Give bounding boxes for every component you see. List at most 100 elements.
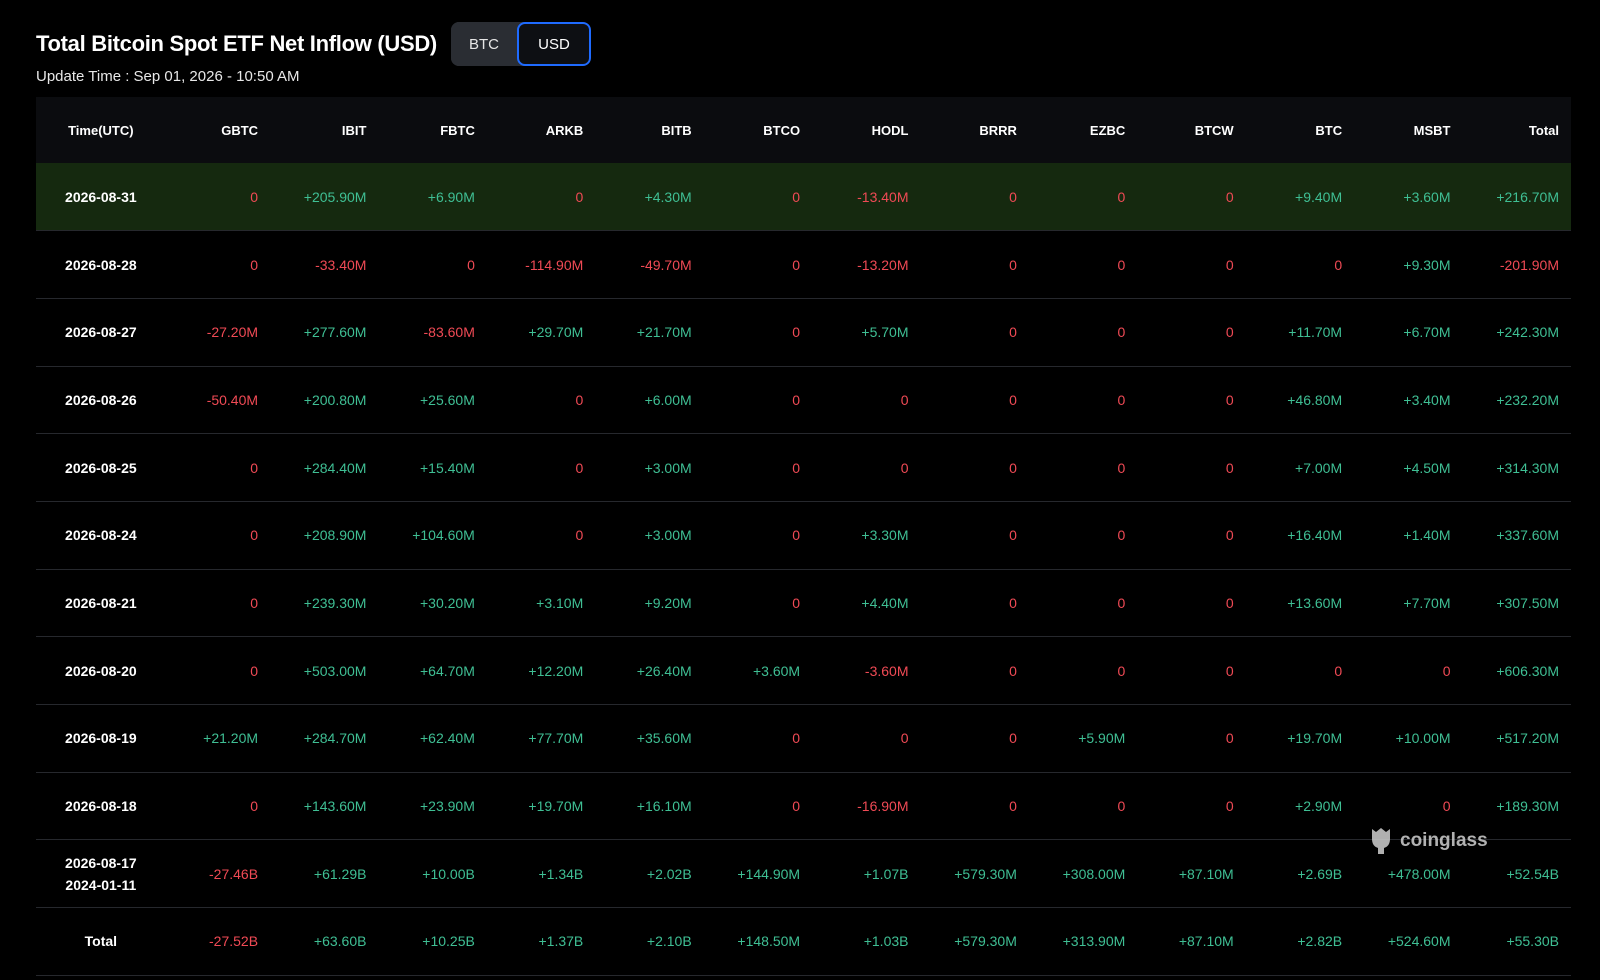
column-header-ezbc[interactable]: EZBC [1029,97,1137,163]
flow-cell: 0 [792,256,801,273]
flow-cell: +144.90M [737,865,801,882]
date-cell: 2026-08-31 [36,163,166,231]
flow-cell: +9.30M [1403,256,1451,273]
flow-cell: 0 [250,527,259,544]
flow-cell: 0 [1117,324,1126,341]
flow-cell: +2.90M [1295,798,1343,815]
flow-cell: +2.82B [1297,933,1343,950]
flow-cell: 0 [250,256,259,273]
table-row: 2026-08-18 0 +143.60M +23.90M +19.70M +16.10M… [36,772,1571,840]
date-text: 2026-08-20 [65,662,137,679]
flow-cell: +35.60M [636,730,692,747]
column-header-time-utc[interactable]: Time(UTC) [36,97,166,163]
date-cell: 2026-08-17 2024-01-11 [36,840,166,908]
flow-cell: +1.07B [863,865,909,882]
table-row: 2026-08-25 0 +284.40M +15.40M 0 +3.00M 0 0 0 0 0 +7… [36,434,1571,502]
column-header-btcw[interactable]: BTCW [1137,97,1245,163]
flow-cell: 0 [1117,391,1126,408]
flow-cell: +87.10M [1178,865,1234,882]
flow-cell: +16.10M [636,798,692,815]
etf-flow-table: Time(UTC) GBTC IBIT FBTC ARKB BITB BTCO HODL BRR… [36,97,1571,976]
flow-cell: +242.30M [1496,324,1559,341]
flow-cell: +1.03B [863,933,909,950]
column-header-gbtc[interactable]: GBTC [166,97,270,163]
flow-cell: +30.20M [419,594,475,611]
flow-cell: +2.10B [646,933,692,950]
column-header-ibit[interactable]: IBIT [270,97,378,163]
flow-cell: +21.20M [203,730,259,747]
table-row: 2026-08-26 -50.40M +200.80M +25.60M 0 +6.00M 0… [36,366,1571,434]
flow-cell: 0 [792,798,801,815]
flow-cell: +143.60M [303,798,367,815]
flow-cell: +23.90M [419,798,475,815]
column-header-arkb[interactable]: ARKB [487,97,595,163]
flow-cell: +4.50M [1403,459,1451,476]
column-header-btc[interactable]: BTC [1246,97,1354,163]
column-header-hodl[interactable]: HODL [812,97,920,163]
flow-cell: -49.70M [640,256,692,273]
header: Total Bitcoin Spot ETF Net Inflow (USD) … [36,22,591,66]
toggle-btc-button[interactable]: BTC [450,22,517,66]
flow-cell: 0 [1117,798,1126,815]
flow-cell: +6.90M [427,188,475,205]
flow-cell: 0 [1225,527,1234,544]
flow-cell: 0 [250,594,259,611]
flow-cell: +277.60M [303,324,367,341]
date-text: 2026-08-21 [65,594,137,611]
flow-cell: +5.90M [1078,730,1126,747]
flow-cell: 0 [1009,730,1017,747]
flow-cell: -3.60M [864,662,909,679]
flow-cell: +3.10M [536,594,584,611]
flow-cell: 0 [1334,256,1343,273]
flow-cell: +11.70M [1288,324,1343,341]
flow-cell: +16.40M [1287,527,1343,544]
flow-cell: +87.10M [1178,933,1234,950]
flow-cell: 0 [1117,594,1126,611]
flow-cell: 0 [1442,662,1451,679]
date-cell: 2026-08-28 [36,231,166,299]
column-header-brrr[interactable]: BRRR [920,97,1028,163]
column-header-fbtc[interactable]: FBTC [378,97,486,163]
flow-cell: +61.29B [313,865,367,882]
column-header-btco[interactable]: BTCO [704,97,812,163]
flow-cell: +10.00B [422,865,475,882]
date-text: 2026-08-25 [65,459,137,476]
flow-cell: -27.20M [206,324,259,341]
flow-cell: 0 [1117,527,1126,544]
flow-cell: 0 [1334,662,1343,679]
flow-cell: 0 [1225,391,1234,408]
flow-cell: 0 [1009,188,1017,205]
date-text: 2026-08-18 [65,798,137,815]
flow-cell: +517.20M [1496,730,1559,747]
flow-cell: +308.00M [1062,865,1126,882]
flow-cell: 0 [1225,798,1234,815]
date-text: 2026-08-17 [65,854,137,871]
flow-cell: -13.40M [857,188,909,205]
table-row: 2026-08-17 2024-01-11 -27.46B +61.29B +10.00… [36,840,1571,908]
table-row: 2026-08-24 0 +208.90M +104.60M 0 +3.00M 0 +3.30… [36,501,1571,570]
column-header-total[interactable]: Total [1463,97,1571,163]
column-header-msbt[interactable]: MSBT [1354,97,1462,163]
table-row: 2026-08-20 0 +503.00M +64.70M +12.20M +26.40M… [36,637,1571,705]
flow-cell: 0 [575,459,584,476]
flow-cell: +1.34B [538,865,584,882]
flow-cell: 0 [1009,324,1017,341]
flow-cell: +9.40M [1295,188,1343,205]
date-text: 2026-08-31 [65,188,137,205]
flow-cell: +606.30M [1496,662,1559,679]
flow-cell: +9.20M [644,594,692,611]
flow-cell: 0 [1117,459,1126,476]
date-text: 2026-08-19 [65,730,137,747]
flow-cell: 0 [792,459,801,476]
column-header-bitb[interactable]: BITB [595,97,703,163]
flow-cell: +148.50M [737,933,801,950]
flow-cell: -16.90M [857,798,909,815]
table-total-row: Total -27.52B +63.60B +10.25B +1.37B +2.10B +1… [36,908,1571,976]
table-row: 2026-08-21 0 +239.30M +30.20M +3.10M +9.20M 0 +… [36,569,1571,637]
date-text: 2026-08-28 [65,256,137,273]
flow-cell: +284.40M [303,459,367,476]
flow-cell: +3.60M [1403,188,1451,205]
date-range-end-text: 2024-01-11 [65,876,137,893]
date-cell: 2026-08-26 [36,366,166,434]
toggle-usd-button[interactable]: USD [516,22,591,66]
